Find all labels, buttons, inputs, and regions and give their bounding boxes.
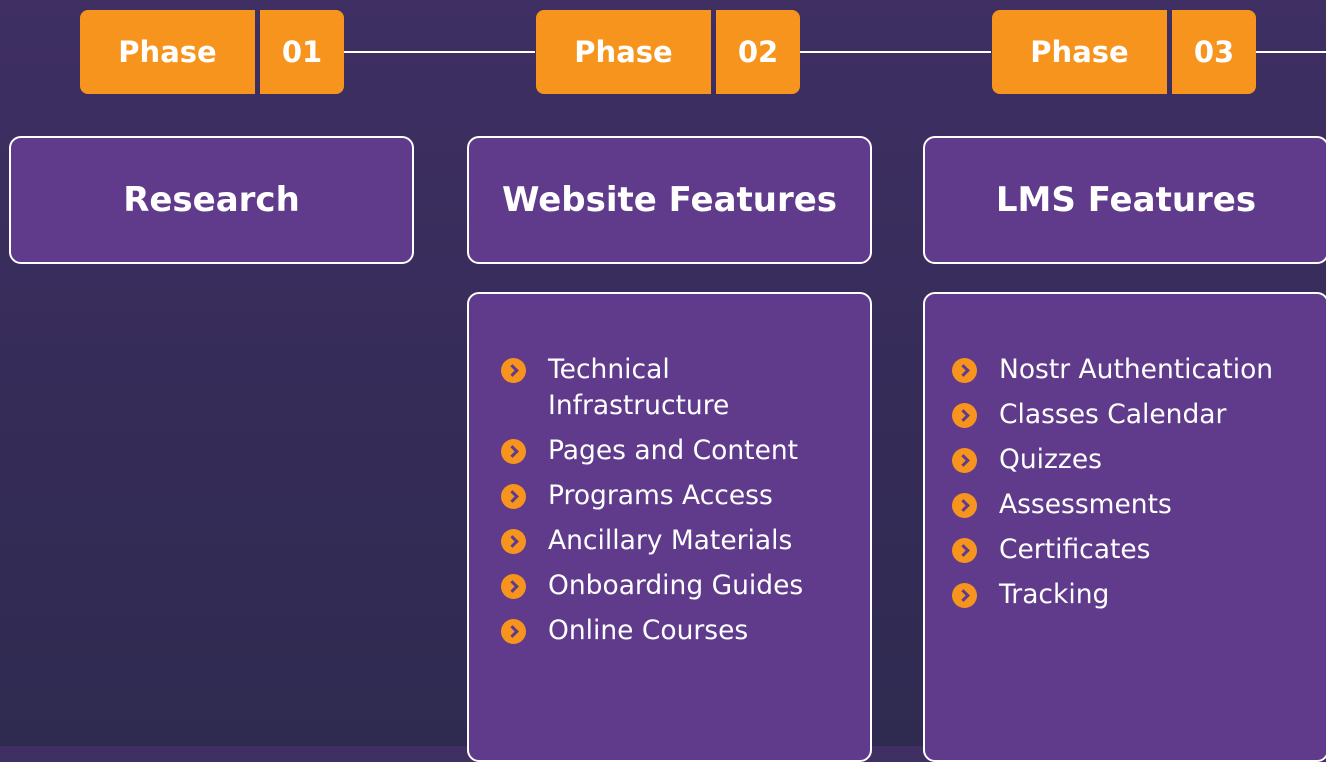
phase-badge-1: Phase 01 [80,10,344,94]
title-card-research: Research [9,136,414,264]
list-item-label: Onboarding Guides [548,570,804,601]
feature-list-card-website: Technical Infrastructure Pages and Conte… [467,292,872,762]
list-item: Quizzes [952,442,1312,478]
list-item: Onboarding Guides [501,568,841,604]
list-item: Nostr Authentication [952,352,1312,388]
phase-label: Phase [80,10,255,94]
phase-number: 01 [260,10,344,94]
card-title: Research [123,180,300,220]
list-item: Pages and Content [501,433,841,469]
feature-list-card-lms: Nostr Authentication Classes Calendar Qu… [923,292,1326,762]
list-item-label: Certificates [999,534,1151,565]
phase-badge-3: Phase 03 [992,10,1256,94]
list-item: Ancillary Materials [501,523,841,559]
timeline-connector-2 [800,51,991,53]
phase-label: Phase [992,10,1167,94]
chevron-right-circle-icon [952,583,977,608]
list-item: Tracking [952,577,1312,613]
list-item: Classes Calendar [952,397,1312,433]
title-card-website-features: Website Features [467,136,872,264]
list-item-label: Ancillary Materials [548,525,793,556]
feature-list: Nostr Authentication Classes Calendar Qu… [952,352,1312,622]
phase-badge-2: Phase 02 [536,10,800,94]
phase-number: 02 [716,10,800,94]
chevron-right-circle-icon [952,538,977,563]
list-item-label: Programs Access [548,480,773,511]
list-item: Programs Access [501,478,841,514]
chevron-right-circle-icon [952,448,977,473]
list-item-label: Quizzes [999,444,1102,475]
chevron-right-circle-icon [501,619,526,644]
list-item-label: Online Courses [548,615,749,646]
list-item-label: Pages and Content [548,435,799,466]
chevron-right-circle-icon [952,403,977,428]
card-title: Website Features [501,180,838,220]
list-item: Online Courses [501,613,841,649]
chevron-right-circle-icon [952,493,977,518]
chevron-right-circle-icon [501,439,526,464]
chevron-right-circle-icon [501,529,526,554]
chevron-right-circle-icon [501,358,526,383]
list-item: Technical Infrastructure [501,352,841,424]
chevron-right-circle-icon [501,574,526,599]
list-item: Assessments [952,487,1312,523]
card-title: LMS Features [995,180,1257,220]
phase-number: 03 [1172,10,1256,94]
list-item-label: Tracking [999,579,1110,610]
list-item-label: Assessments [999,489,1172,520]
chevron-right-circle-icon [952,358,977,383]
chevron-right-circle-icon [501,484,526,509]
list-item-label: Nostr Authentication [999,354,1274,385]
list-item-label: Classes Calendar [999,399,1227,430]
phase-label: Phase [536,10,711,94]
timeline-connector-3 [1256,51,1326,53]
title-card-lms-features: LMS Features [923,136,1326,264]
feature-list: Technical Infrastructure Pages and Conte… [501,352,841,658]
timeline-connector-1 [344,51,535,53]
list-item-label: Technical Infrastructure [548,354,730,421]
list-item: Certificates [952,532,1312,568]
